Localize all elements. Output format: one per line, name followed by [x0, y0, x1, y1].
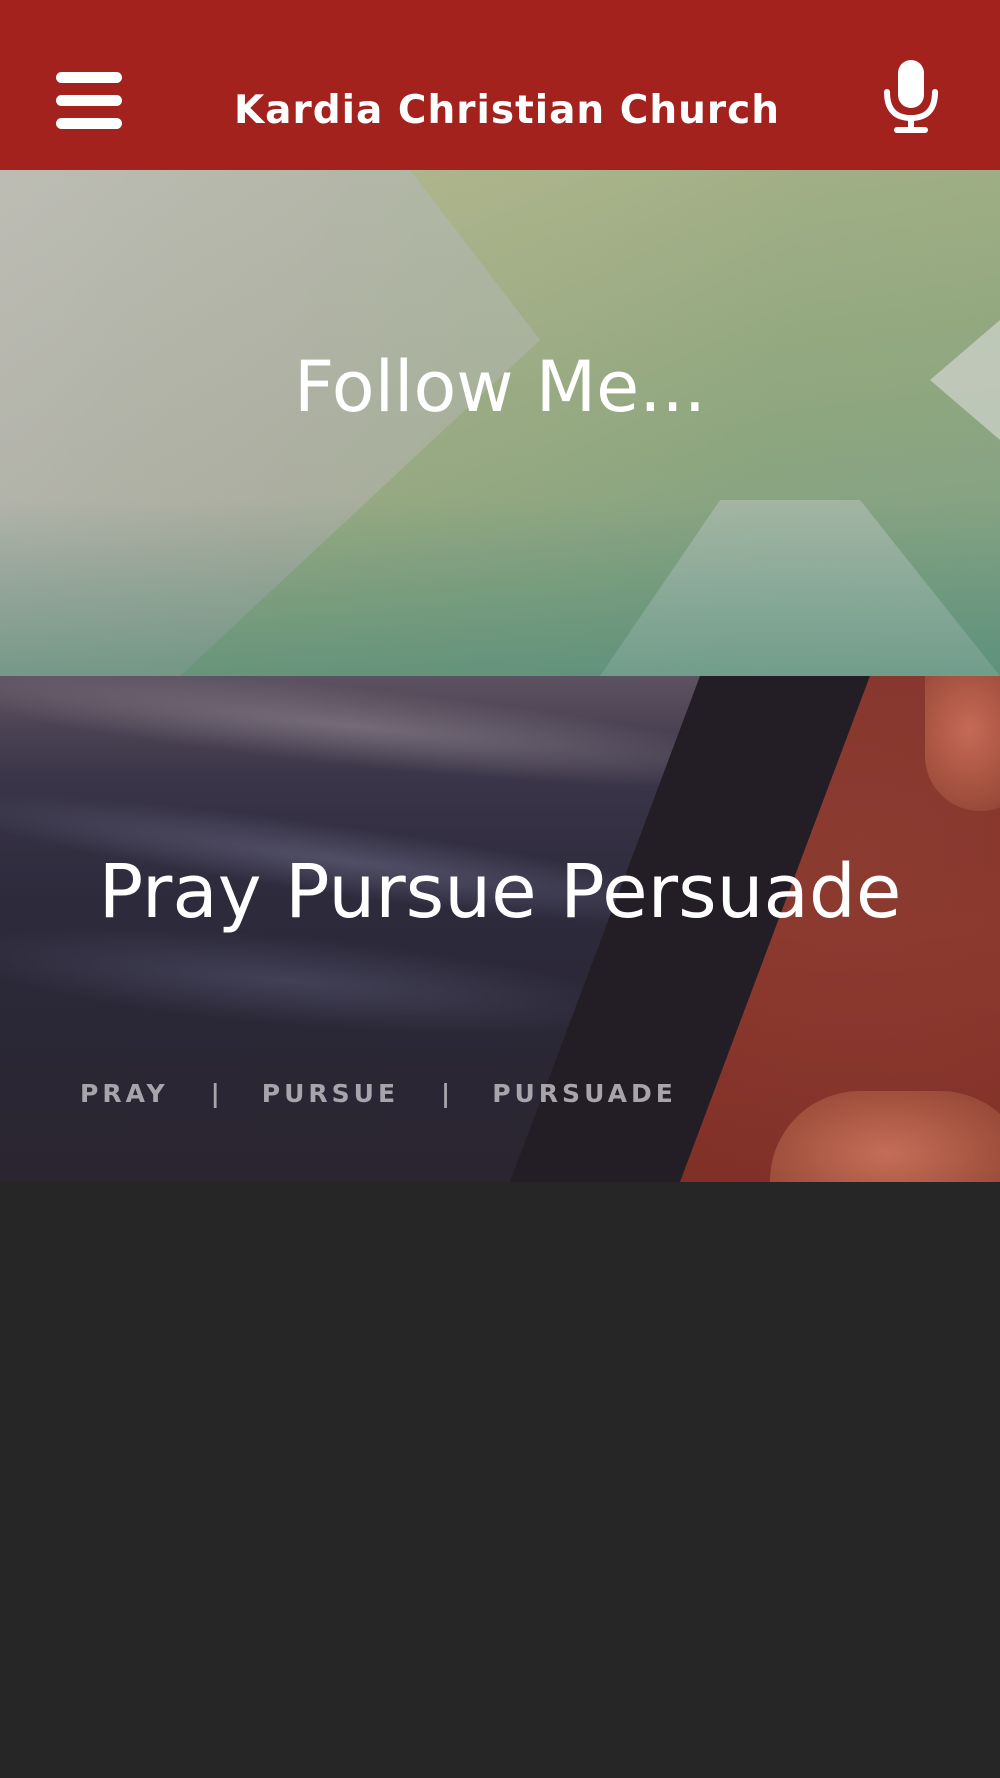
card-title: Pray Pursue Persuade [98, 849, 902, 935]
top-app-bar: Kardia Christian Church [0, 0, 1000, 170]
empty-content-area [0, 1182, 1000, 1778]
app-screen: Kardia Christian Church Follow Me... Pra… [0, 0, 1000, 1778]
sermon-series-card-pray-pursue-persuade[interactable]: Pray Pursue Persuade PRAY | PURSUE | PUR… [0, 676, 1000, 1182]
app-title: Kardia Christian Church [233, 88, 781, 133]
card-title: Follow Me... [293, 346, 707, 428]
subtitle-item-pursue: PURSUE [261, 1079, 400, 1108]
subtitle-item-pray: PRAY [80, 1079, 169, 1108]
menu-bar-top [56, 72, 122, 83]
subtitle-separator: | [210, 1079, 220, 1108]
subtitle-separator: | [441, 1079, 451, 1108]
sermon-series-card-follow-me[interactable]: Follow Me... [0, 170, 1000, 676]
microphone-icon-graphic [884, 60, 938, 133]
card-subtitle: PRAY | PURSUE | PURSUADE [80, 1078, 677, 1110]
subtitle-item-pursuade: PURSUADE [492, 1079, 677, 1108]
microphone-icon[interactable] [880, 58, 942, 136]
card-background-shade [0, 500, 1000, 676]
